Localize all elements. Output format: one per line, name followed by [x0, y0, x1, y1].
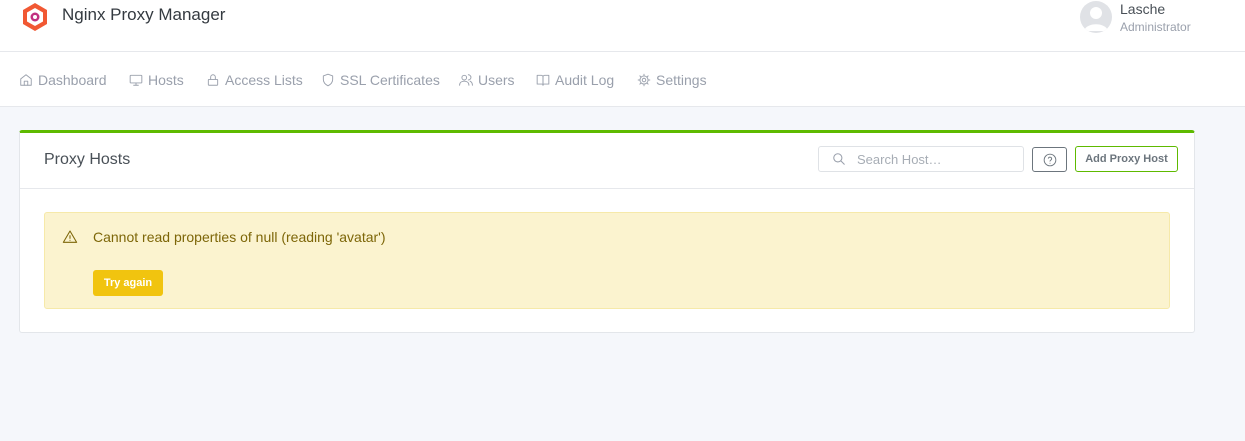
- try-again-button[interactable]: Try again: [93, 270, 163, 296]
- help-button[interactable]: [1032, 147, 1067, 172]
- nav-item-label: Hosts: [148, 72, 184, 88]
- user-name[interactable]: Lasche: [1120, 1, 1165, 17]
- nav-item-dashboard[interactable]: Dashboard: [19, 70, 107, 90]
- nav-item-label: Access Lists: [225, 72, 303, 88]
- nav-item-ssl-certificates[interactable]: SSL Certificates: [321, 70, 440, 90]
- book-icon: [536, 74, 550, 86]
- nav-item-access-lists[interactable]: Access Lists: [206, 70, 303, 90]
- app-title[interactable]: Nginx Proxy Manager: [62, 5, 225, 25]
- user-role: Administrator: [1120, 20, 1191, 34]
- nav-item-label: Dashboard: [38, 72, 107, 88]
- home-icon: [20, 74, 32, 86]
- user-avatar-icon[interactable]: [1080, 1, 1112, 33]
- search-icon: [833, 153, 845, 165]
- nav-item-settings[interactable]: Settings: [637, 70, 707, 90]
- search-input[interactable]: [857, 150, 1017, 168]
- nav-item-label: SSL Certificates: [340, 72, 440, 88]
- error-message: Cannot read properties of null (reading …: [93, 229, 386, 245]
- warning-icon: [62, 230, 78, 243]
- gear-icon: [637, 73, 651, 87]
- top-header: Nginx Proxy Manager Lasche Administrator: [0, 0, 1245, 52]
- shield-icon: [322, 73, 334, 87]
- monitor-icon: [129, 74, 143, 86]
- nav-item-audit-log[interactable]: Audit Log: [536, 70, 614, 90]
- nav-item-label: Users: [478, 72, 515, 88]
- card-header: Proxy Hosts Add Proxy Host: [20, 133, 1194, 189]
- proxy-hosts-card: Proxy Hosts Add Proxy Host Cannot read p…: [19, 130, 1195, 333]
- main-nav: Dashboard Hosts Access Lists SSL Certifi…: [0, 52, 1245, 107]
- help-circle-icon: [1043, 153, 1056, 166]
- nav-item-hosts[interactable]: Hosts: [129, 70, 184, 90]
- add-proxy-host-button[interactable]: Add Proxy Host: [1075, 146, 1178, 172]
- nav-item-users[interactable]: Users: [459, 70, 515, 90]
- nav-item-label: Audit Log: [555, 72, 615, 88]
- search-box[interactable]: [818, 146, 1024, 172]
- nginx-proxy-manager-logo[interactable]: [21, 2, 49, 32]
- nav-item-label: Settings: [656, 72, 707, 88]
- error-alert: Cannot read properties of null (reading …: [44, 212, 1170, 309]
- card-title: Proxy Hosts: [44, 151, 131, 168]
- users-icon: [459, 74, 473, 86]
- lock-icon: [207, 74, 219, 86]
